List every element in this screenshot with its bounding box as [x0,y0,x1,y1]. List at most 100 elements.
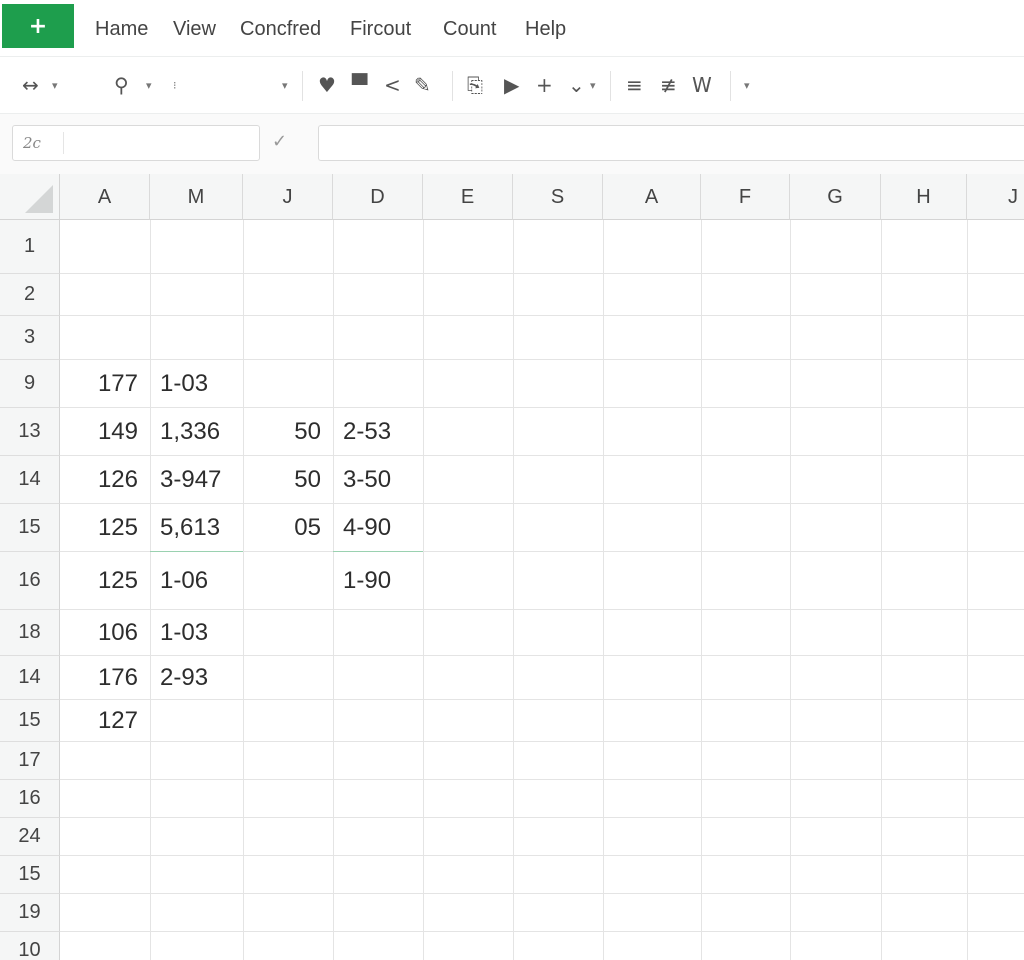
undo-dropdown-icon[interactable]: ▾ [52,74,58,98]
cell[interactable]: 1-90 [333,552,423,610]
column-header[interactable]: J [967,174,1024,220]
select-all-triangle-icon [25,185,53,213]
cell[interactable]: 177 [60,360,150,408]
more-dots-icon: ⁝ [173,79,177,92]
menu-count[interactable]: Count [443,18,496,41]
row-header[interactable]: 13 [0,408,60,456]
cell-reference: 2c [23,134,41,152]
column-header[interactable]: J [243,174,333,220]
chevron-left-icon[interactable]: < [384,73,401,97]
cell[interactable]: 4-90 [333,504,423,552]
cell[interactable]: 1-03 [150,360,243,408]
cell[interactable]: 127 [60,700,150,742]
align-icon[interactable]: ≡ [626,73,643,97]
row-header[interactable]: 10 [0,932,60,960]
cell[interactable]: 1,336 [150,408,243,456]
undo-icon[interactable]: ↔ [22,73,39,97]
gridline-vertical [243,220,244,960]
cell[interactable]: 125 [60,552,150,610]
menu-home[interactable]: Hame [95,18,148,41]
cell[interactable]: 106 [60,610,150,656]
plus-icon[interactable]: + [536,73,553,97]
gridline-horizontal [60,273,1024,274]
cell[interactable]: 125 [60,504,150,552]
name-box[interactable]: 2c [12,125,260,161]
select-all-corner[interactable] [0,174,60,220]
column-header[interactable]: H [881,174,967,220]
gridline-vertical [881,220,882,960]
column-header[interactable]: A [60,174,150,220]
search-icon[interactable]: ⚲ [114,73,129,97]
column-header[interactable]: A [603,174,701,220]
gridline-horizontal [60,741,1024,742]
column-header[interactable]: F [701,174,790,220]
row-header[interactable]: 24 [0,818,60,856]
row-header[interactable]: 17 [0,742,60,780]
search-dropdown-icon[interactable]: ▾ [146,74,152,98]
menu-concfred[interactable]: Concfred [240,18,321,41]
font-dropdown-icon[interactable]: ▾ [282,74,288,98]
cell[interactable]: 176 [60,656,150,700]
menu-bar: + Hame View Concfred Fircout Count Help [0,0,1024,57]
more-dropdown-icon[interactable]: ▾ [744,74,750,98]
menu-help[interactable]: Help [525,18,566,41]
row-header[interactable]: 9 [0,360,60,408]
row-header[interactable]: 15 [0,504,60,552]
cell[interactable]: 3-50 [333,456,423,504]
toolbar-divider [452,71,453,101]
gridline-horizontal [60,931,1024,932]
cell[interactable]: 149 [60,408,150,456]
heart-icon[interactable]: ♥ [318,73,336,97]
formula-input[interactable] [318,125,1024,161]
row-header[interactable]: 16 [0,780,60,818]
cell[interactable]: 50 [243,408,333,456]
row-header[interactable]: 19 [0,894,60,932]
menu-view[interactable]: View [173,18,216,41]
confirm-icon[interactable]: ✓ [272,131,287,152]
row-header[interactable]: 1 [0,220,60,274]
toolbar-divider [302,71,303,101]
cell[interactable]: 3-947 [150,456,243,504]
cell[interactable]: 5,613 [150,504,243,552]
cell[interactable]: 2-53 [333,408,423,456]
chevron-down-icon[interactable]: ⌄ [568,73,585,97]
gridline-horizontal [60,315,1024,316]
gridline-vertical [603,220,604,960]
row-header[interactable]: 2 [0,274,60,316]
gridline-vertical [423,220,424,960]
gridline-vertical [967,220,968,960]
pencil-icon[interactable]: ✎ [414,73,431,97]
row-header[interactable]: 14 [0,456,60,504]
row-header[interactable]: 16 [0,552,60,610]
cell[interactable]: 1-06 [150,552,243,610]
cell[interactable]: 50 [243,456,333,504]
gridline-horizontal [60,855,1024,856]
column-header[interactable]: S [513,174,603,220]
column-header[interactable]: M [150,174,243,220]
row-header[interactable]: 15 [0,856,60,894]
fill-icon[interactable]: ▀ [352,73,367,97]
row-header[interactable]: 14 [0,656,60,700]
app-logo-button[interactable]: + [2,4,74,48]
toolbar-divider [730,71,731,101]
menu-fircout[interactable]: Fircout [350,18,411,41]
formula-bar: 2c ✓ [0,114,1024,174]
cell[interactable]: 2-93 [150,656,243,700]
row-header[interactable]: 15 [0,700,60,742]
column-header[interactable]: G [790,174,881,220]
sort-icon[interactable]: ≢ [660,73,677,97]
cell[interactable]: 1-03 [150,610,243,656]
play-icon[interactable]: ▶ [504,73,519,97]
toolbar-divider [610,71,611,101]
cell[interactable]: 126 [60,456,150,504]
row-header[interactable]: 3 [0,316,60,360]
chevron-dropdown-icon[interactable]: ▾ [590,74,596,98]
cell[interactable]: 05 [243,504,333,552]
gridline-vertical [790,220,791,960]
column-header[interactable]: D [333,174,423,220]
document-icon[interactable]: ⎘ [467,73,483,97]
row-header[interactable]: 18 [0,610,60,656]
wrap-text-button[interactable]: W [692,73,712,97]
spreadsheet-grid[interactable]: A M J D E S A F G H J 1 2 3 9 177 1-03 13 149 1,336 50 2-53 14… [0,174,1024,960]
column-header[interactable]: E [423,174,513,220]
